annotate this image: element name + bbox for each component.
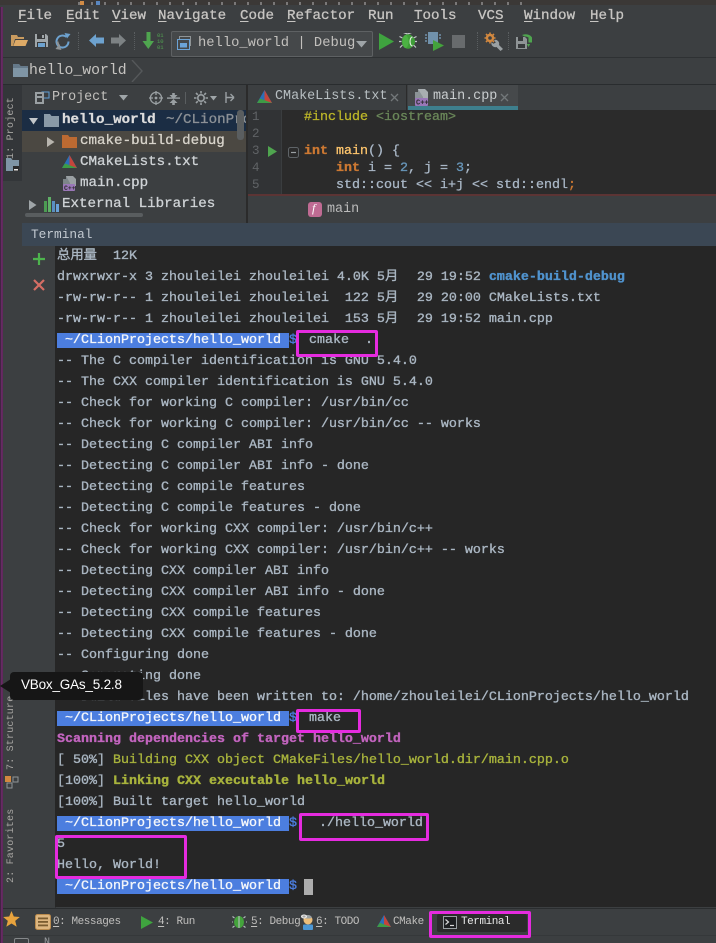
svg-text:C++: C++ — [64, 185, 76, 191]
svg-text:01: 01 — [157, 44, 164, 50]
